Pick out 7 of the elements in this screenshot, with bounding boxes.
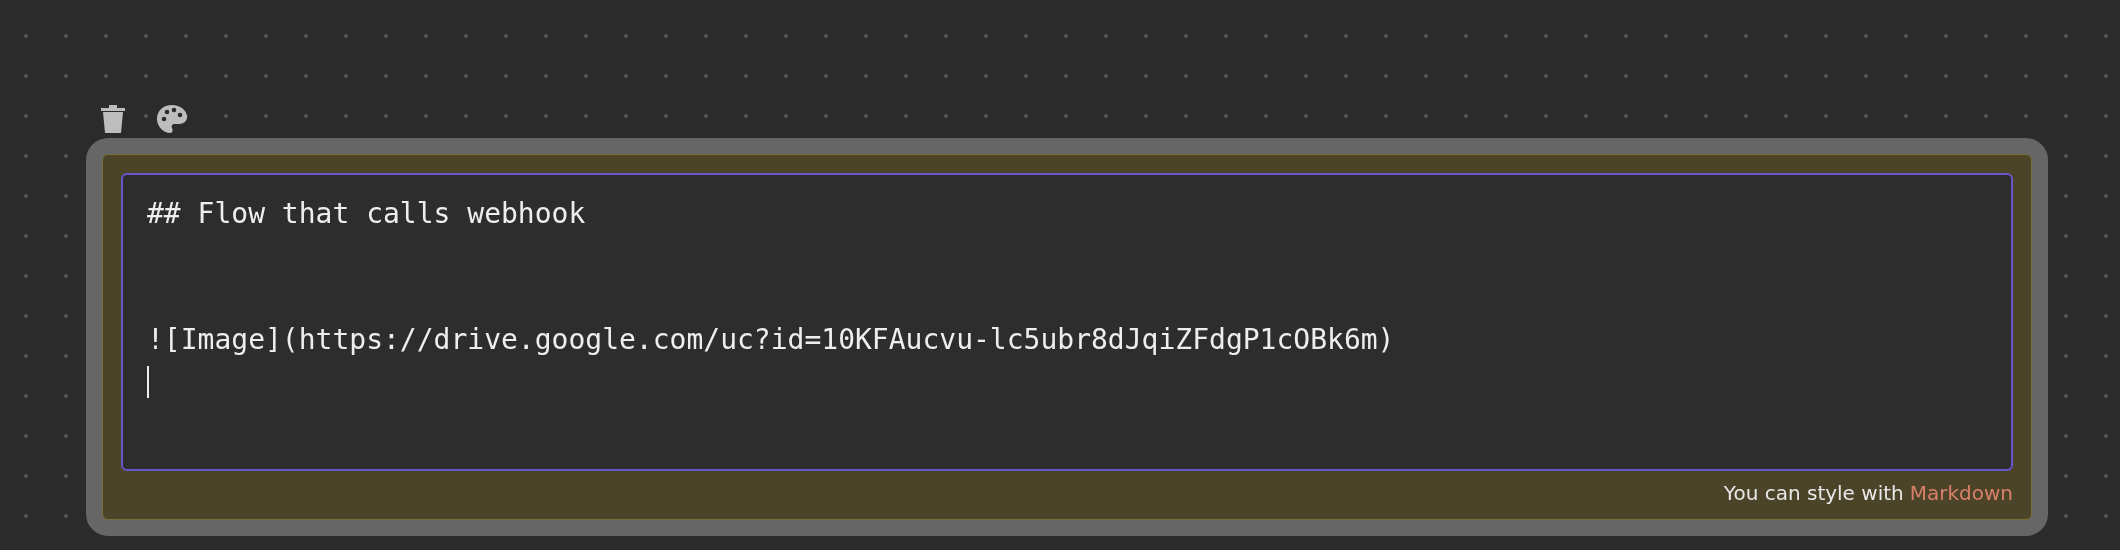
editor-line: ![Image](https://drive.google.com/uc?id=10KFAucvu-lc5ubr8dJqiZFdgP1cOBk6m) bbox=[147, 322, 1395, 358]
palette-button[interactable] bbox=[156, 104, 188, 134]
markdown-editor[interactable]: ## Flow that calls webhook ![Image](https://drive.google.com/uc?id=10KFAucvu-lc5ubr8dJqiZFdgP1cOBk6m) bbox=[121, 173, 2013, 471]
markdown-hint: You can style with bbox=[1723, 481, 1904, 505]
text-cursor bbox=[147, 366, 149, 398]
editor-line: ## Flow that calls webhook bbox=[147, 196, 586, 232]
delete-button[interactable] bbox=[100, 104, 126, 134]
